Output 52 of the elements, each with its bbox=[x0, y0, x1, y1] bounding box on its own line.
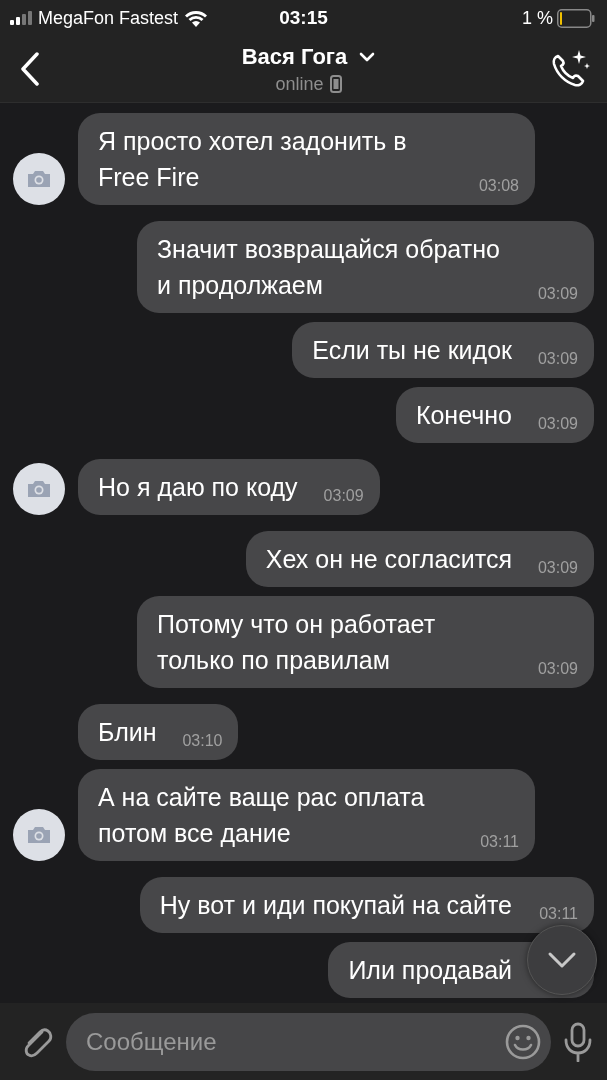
message-bubble[interactable]: Я просто хотел задонить в Free Fire 03:08 bbox=[78, 113, 535, 205]
avatar[interactable] bbox=[13, 153, 65, 205]
message-text: Но я даю по коду bbox=[98, 473, 298, 501]
chevron-down-icon[interactable] bbox=[359, 51, 376, 62]
battery-percent: 1 % bbox=[521, 7, 553, 29]
wifi-icon bbox=[184, 9, 209, 27]
message-bubble[interactable]: Потому что он работает только по правилам 03:09 bbox=[137, 596, 594, 688]
message-time: 03:09 bbox=[537, 660, 578, 678]
avatar[interactable] bbox=[13, 809, 65, 861]
message-text: Конечно bbox=[415, 401, 512, 429]
message-bubble[interactable]: А на сайте ваще рас оплата потом все дание 03:11 bbox=[78, 769, 535, 861]
message-text: Я просто хотел задонить в Free Fire bbox=[98, 127, 407, 191]
camera-icon bbox=[26, 169, 52, 189]
message-time: 03:11 bbox=[539, 905, 578, 923]
message-time: 03:08 bbox=[478, 177, 519, 195]
message-time: 03:09 bbox=[537, 350, 578, 368]
message-bubble[interactable]: Но я даю по коду 03:09 bbox=[78, 459, 380, 515]
carrier-name: MegaFon Fastest bbox=[38, 7, 179, 29]
message-time: 03:09 bbox=[537, 285, 578, 303]
message-text: Значит возвращайся обратно и продолжаем bbox=[157, 235, 500, 299]
camera-icon bbox=[26, 825, 52, 845]
message-time: 03:10 bbox=[182, 732, 223, 750]
message-text: Ну вот и иди покупай на сайте bbox=[159, 891, 512, 919]
message-text: Если ты не кидок bbox=[312, 336, 512, 364]
online-status: online bbox=[275, 73, 324, 95]
message-bubble[interactable]: Конечно 03:09 bbox=[395, 387, 594, 443]
message-text: Или продавай bbox=[348, 956, 512, 984]
message-time: 03:09 bbox=[537, 415, 578, 433]
message-time: 03:11 bbox=[480, 833, 519, 851]
message-text: Блин bbox=[98, 718, 157, 746]
message-text: Хех он не согласится bbox=[265, 545, 512, 573]
message-input[interactable]: Сообщение bbox=[66, 1012, 551, 1071]
message-text: А на сайте ваще рас оплата потом все дание bbox=[98, 783, 425, 847]
microphone-icon[interactable] bbox=[563, 1021, 593, 1062]
message-text: Потому что он работает только по правилам bbox=[157, 610, 436, 674]
message-bubble[interactable]: Ну вот и иди покупай на сайте 03:11 bbox=[139, 877, 594, 933]
chevron-down-icon bbox=[547, 951, 577, 969]
message-time: 03:09 bbox=[537, 559, 578, 577]
signal-icon bbox=[10, 11, 32, 25]
avatar[interactable] bbox=[13, 463, 65, 515]
message-bubble[interactable]: Если ты не кидок 03:09 bbox=[292, 322, 594, 378]
camera-icon bbox=[26, 479, 52, 499]
contact-name[interactable]: Вася Гога bbox=[241, 43, 348, 70]
message-bubble[interactable]: Хех он не согласится 03:09 bbox=[245, 531, 594, 587]
phone-icon bbox=[329, 75, 342, 93]
battery-icon bbox=[557, 8, 595, 28]
emoji-icon[interactable] bbox=[505, 1023, 541, 1060]
back-icon[interactable] bbox=[20, 52, 40, 86]
message-time: 03:09 bbox=[323, 487, 364, 505]
message-bubble[interactable]: Значит возвращайся обратно и продолжаем 03:09 bbox=[137, 221, 594, 313]
clock-time: 03:15 bbox=[279, 7, 328, 29]
message-bubble[interactable]: Блин 03:10 bbox=[78, 704, 239, 760]
